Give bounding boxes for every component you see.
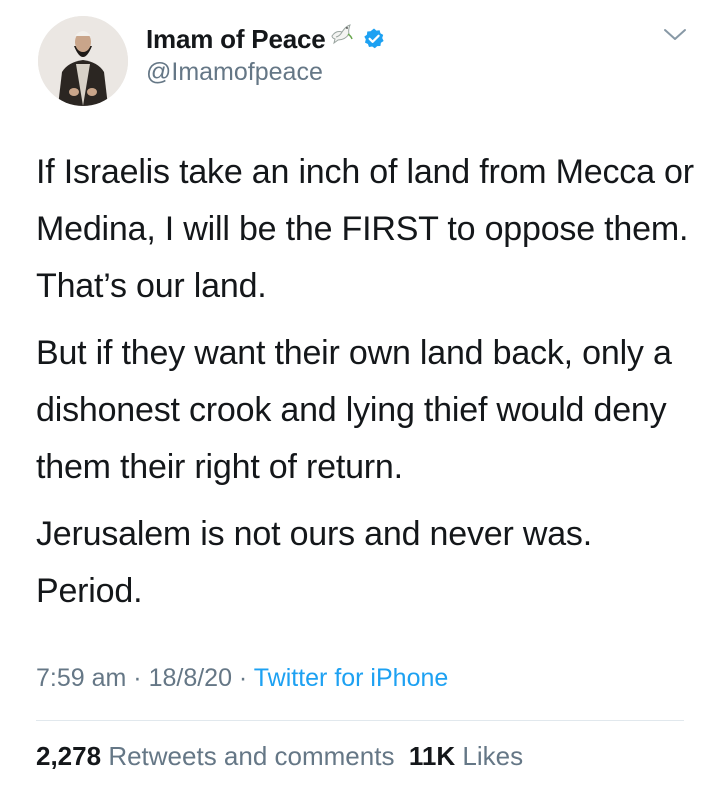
meta-separator: · <box>126 664 149 692</box>
retweets-count: 2,278 <box>36 741 102 771</box>
verified-badge-icon <box>363 28 384 49</box>
tweet-meta: 7:59 am · 18/8/20 · Twitter for iPhone <box>36 664 448 693</box>
retweets-stat[interactable]: 2,278 Retweets and comments <box>36 741 394 771</box>
author-display-name[interactable]: Imam of Peace <box>146 24 326 55</box>
tweet-source-link[interactable]: Twitter for iPhone <box>254 664 449 692</box>
tweet-paragraph: But if they want their own land back, on… <box>36 334 672 486</box>
divider <box>36 720 684 721</box>
likes-count: 11K <box>408 741 456 771</box>
likes-stat[interactable]: 11K Likes <box>409 741 523 771</box>
likes-label: Likes <box>462 741 524 771</box>
tweet-date[interactable]: 18/8/20 <box>149 664 232 692</box>
dove-icon <box>330 24 353 45</box>
imam-portrait-icon <box>38 16 128 106</box>
avatar[interactable] <box>38 16 128 106</box>
chevron-down-icon[interactable] <box>662 26 688 44</box>
tweet-paragraph: Jerusalem is not ours and never was. Per… <box>36 515 592 610</box>
tweet-paragraph: If Israelis take an inch of land from Me… <box>36 153 694 305</box>
author-name-row: Imam of Peace <box>146 24 386 54</box>
meta-separator: · <box>231 664 254 692</box>
author-handle[interactable]: @Imamofpeace <box>146 58 323 87</box>
tweet-stats: 2,278 Retweets and comments 11K Likes <box>36 741 523 772</box>
retweets-label: Retweets and comments <box>108 741 395 771</box>
tweet-time[interactable]: 7:59 am <box>36 664 126 692</box>
tweet-text: If Israelis take an inch of land from Me… <box>36 144 696 630</box>
